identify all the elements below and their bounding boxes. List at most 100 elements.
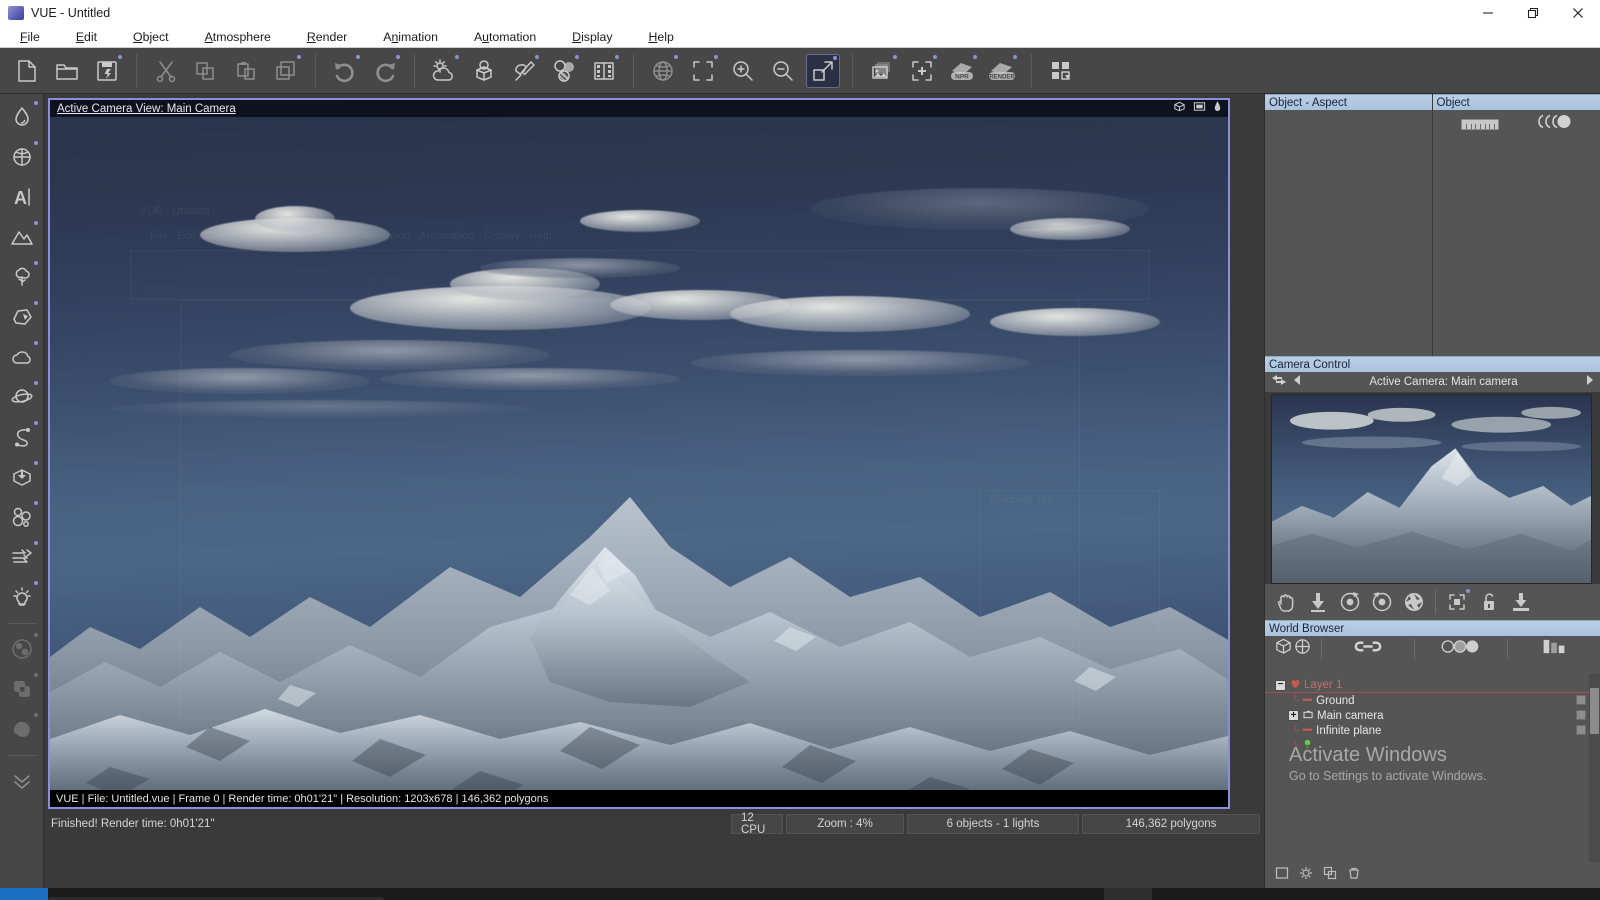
new-layer-icon[interactable]	[1275, 866, 1289, 885]
water-drop-icon[interactable]	[3, 98, 41, 136]
redo-icon[interactable]	[368, 54, 402, 88]
after-effects-icon[interactable]: Ae	[816, 888, 864, 900]
microsoft-store-icon[interactable]	[576, 888, 624, 900]
ruler-icon[interactable]	[1461, 118, 1500, 130]
material-preview-icon[interactable]	[1537, 114, 1571, 134]
autodesk-icon[interactable]	[912, 888, 960, 900]
camera-privacy-icon[interactable]	[1424, 888, 1458, 900]
cube-icon[interactable]	[1275, 638, 1292, 660]
render-gallery-icon[interactable]	[865, 54, 899, 88]
light-bulb-icon[interactable]	[3, 578, 41, 616]
rock-icon[interactable]	[3, 298, 41, 336]
boolean-subtract-icon[interactable]	[3, 710, 41, 748]
mail-icon[interactable]	[624, 888, 672, 900]
illustrator-icon[interactable]: Ai	[864, 888, 912, 900]
delete-layer-icon[interactable]	[1347, 866, 1361, 885]
new-document-icon[interactable]	[10, 54, 44, 88]
close-button[interactable]	[1555, 0, 1600, 26]
lock-toggle[interactable]	[1576, 725, 1586, 735]
fit-view-icon[interactable]	[686, 54, 720, 88]
menu-render[interactable]: Render	[295, 28, 359, 46]
firefox-icon[interactable]	[720, 888, 768, 900]
camera-preview-thumbnail[interactable]	[1271, 394, 1592, 584]
menu-help[interactable]: Help	[637, 28, 686, 46]
vue-taskbar-icon[interactable]	[1104, 888, 1152, 900]
layout-grid-icon[interactable]	[1044, 54, 1078, 88]
layers-bars-icon[interactable]	[1541, 638, 1567, 660]
center-target-icon[interactable]	[1442, 587, 1472, 617]
collapse-chevrons-icon[interactable]	[3, 762, 41, 800]
text-tool-icon[interactable]: A	[3, 178, 41, 216]
cortana-icon[interactable]	[384, 888, 432, 900]
world-browser-scrollbar[interactable]	[1589, 674, 1600, 862]
planet-sphere-icon[interactable]	[3, 138, 41, 176]
open-folder-icon[interactable]	[50, 54, 84, 88]
lock-toggle[interactable]	[1576, 695, 1586, 705]
aspect-drop-icon[interactable]	[1213, 100, 1222, 118]
task-view-icon[interactable]	[432, 888, 480, 900]
collapse-toggle-icon[interactable]: −	[1275, 679, 1286, 691]
terrain-mountain-icon[interactable]	[3, 218, 41, 256]
notepad-icon[interactable]	[768, 888, 816, 900]
aperture-icon[interactable]	[1399, 587, 1429, 617]
vs-code-icon[interactable]	[1056, 888, 1104, 900]
world-browser-tree[interactable]: − Layer 1 └ Ground + Main camera └ Infin…	[1265, 674, 1600, 862]
windows-start-icon[interactable]	[0, 888, 48, 900]
opera-icon[interactable]	[672, 888, 720, 900]
menu-edit[interactable]: Edit	[64, 28, 109, 46]
boolean-union-icon[interactable]	[3, 630, 41, 668]
menu-file[interactable]: File	[8, 28, 52, 46]
npr-render-icon[interactable]: NPR	[945, 54, 979, 88]
tree-row[interactable]: └	[1265, 738, 1600, 753]
ecosystem-icon[interactable]	[3, 538, 41, 576]
zoom-out-icon[interactable]	[766, 54, 800, 88]
menu-display[interactable]: Display	[560, 28, 624, 46]
menu-object[interactable]: Object	[121, 28, 181, 46]
display-mode-icon[interactable]	[1193, 100, 1206, 118]
show-hidden-icons-icon[interactable]	[1361, 888, 1390, 900]
tree-row[interactable]: └ Infinite plane	[1265, 723, 1600, 738]
orbit-camera-icon[interactable]	[1335, 587, 1365, 617]
photoshop-icon[interactable]: Ps	[960, 888, 1008, 900]
camera-viewport[interactable]: VUE - Untitled File Edit Object Atmosphe…	[48, 98, 1230, 809]
boolean-intersect-icon[interactable]	[3, 670, 41, 708]
expand-view-icon[interactable]	[806, 53, 840, 88]
pan-hand-icon[interactable]	[1271, 587, 1301, 617]
metablob-icon[interactable]	[3, 498, 41, 536]
action-center-icon[interactable]	[1572, 888, 1594, 900]
zoom-level[interactable]: Zoom : 4%	[786, 814, 904, 834]
edge-icon[interactable]	[480, 888, 528, 900]
movies-tv-icon[interactable]	[1152, 888, 1200, 900]
lock-camera-icon[interactable]	[1474, 587, 1504, 617]
scrollbar-thumb[interactable]	[1590, 688, 1599, 734]
link-chain-icon[interactable]	[1353, 639, 1383, 659]
menu-atmosphere[interactable]: Atmosphere	[193, 28, 283, 46]
film-strip-icon[interactable]	[587, 54, 621, 88]
save-disk-icon[interactable]	[90, 54, 124, 88]
network-icon[interactable]	[1458, 888, 1492, 900]
paste-icon[interactable]	[229, 54, 263, 88]
planet-ring-icon[interactable]	[3, 378, 41, 416]
restore-button[interactable]	[1510, 0, 1555, 26]
duplicate-layer-icon[interactable]	[1323, 866, 1337, 885]
file-explorer-icon[interactable]	[528, 888, 576, 900]
import-object-icon[interactable]	[3, 458, 41, 496]
speaker-icon[interactable]	[1390, 888, 1424, 900]
function-editor-icon[interactable]	[547, 54, 581, 88]
prev-camera-icon[interactable]	[1293, 373, 1302, 391]
undo-icon[interactable]	[328, 54, 362, 88]
panel-header[interactable]: Camera Control	[1265, 356, 1600, 372]
expand-toggle-icon[interactable]: +	[1288, 710, 1299, 721]
tree-row[interactable]: − Layer 1	[1265, 678, 1600, 693]
material-spheres-icon[interactable]	[1441, 639, 1481, 659]
material-editor-icon[interactable]	[467, 54, 501, 88]
minimize-button[interactable]	[1465, 0, 1510, 26]
lock-toggle[interactable]	[1576, 710, 1586, 720]
rotate-camera-icon[interactable]	[1367, 587, 1397, 617]
panel-header[interactable]: Object	[1432, 94, 1600, 110]
next-camera-icon[interactable]	[1585, 373, 1594, 391]
final-render-icon[interactable]: RENDER	[985, 54, 1019, 88]
panel-header[interactable]: World Browser	[1265, 620, 1600, 636]
zoom-in-icon[interactable]	[726, 54, 760, 88]
move-down-icon[interactable]	[1303, 587, 1333, 617]
